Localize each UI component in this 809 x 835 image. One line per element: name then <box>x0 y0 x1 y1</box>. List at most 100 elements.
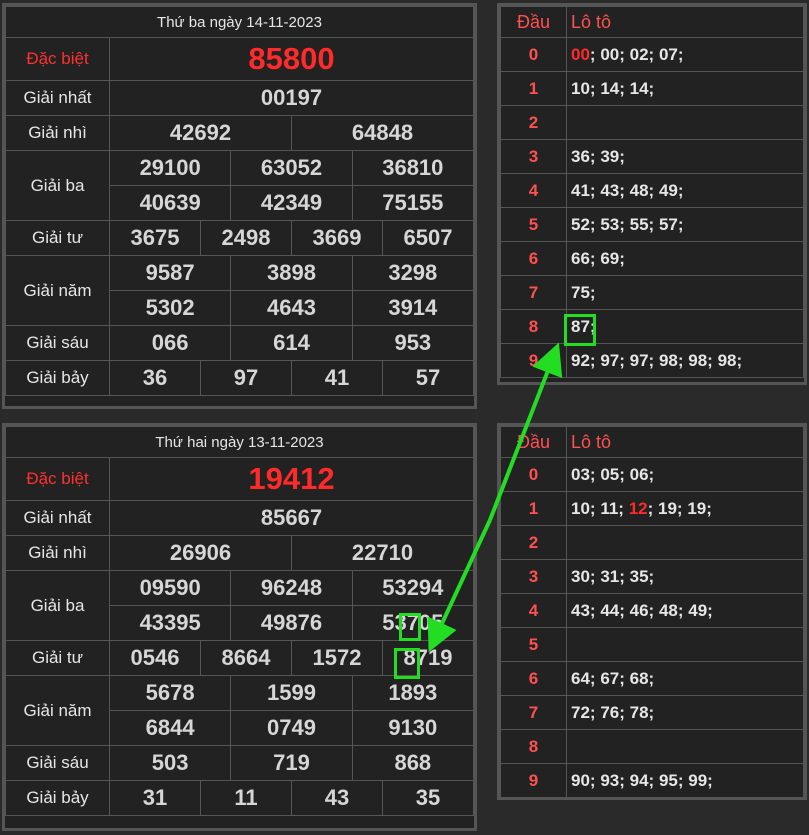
third-prize-number: 40639 <box>108 185 232 221</box>
loto-row: 3 36; 39; <box>500 139 804 174</box>
loto-separator: ; <box>589 180 601 200</box>
special-prize-number: 19412 <box>109 457 474 501</box>
loto-number: 98 <box>688 350 708 370</box>
third-prize-number: 43395 <box>108 605 232 641</box>
loto-separator: ; <box>648 464 655 484</box>
loto-row: 2 <box>500 105 804 140</box>
fourth-prize-number: 3669 <box>290 220 383 256</box>
sixth-prize-number: 953 <box>351 325 475 361</box>
loto-separator: ; <box>619 464 630 484</box>
highlight-box-8719-digit <box>394 648 420 679</box>
first-prize-number: 00197 <box>109 80 474 116</box>
loto-separator: ; <box>589 464 601 484</box>
prize-label-fourth: Giải tư <box>5 220 110 256</box>
loto-header-loto: Lô tô <box>566 426 804 458</box>
seventh-prize-number: 35 <box>381 780 475 816</box>
loto-separator: ; <box>619 702 630 722</box>
third-prize-number: 53294 <box>351 570 475 606</box>
loto-separator: ; <box>648 600 659 620</box>
loto-number: 90 <box>571 770 590 790</box>
loto-number: 12 <box>628 498 648 518</box>
loto-separator: ; <box>589 146 601 166</box>
loto-number: 93 <box>600 770 620 790</box>
fifth-prize-number: 6844 <box>108 710 232 746</box>
prize-label-fourth: Giải tư <box>5 640 110 676</box>
prize-label-sixth: Giải sáu <box>5 745 110 781</box>
loto-separator: ; <box>647 498 658 518</box>
prize-label-second: Giải nhì <box>5 535 110 571</box>
loto-separator: ; <box>589 566 601 586</box>
loto-separator: ; <box>589 282 596 302</box>
loto-separator: ; <box>648 350 659 370</box>
loto-values: 64; 67; 68; <box>566 661 804 696</box>
loto-header-dau: Đầu <box>500 426 567 458</box>
loto-number: 00 <box>571 44 590 64</box>
loto-separator: ; <box>589 770 601 790</box>
loto-row: 3 30; 31; 35; <box>500 559 804 594</box>
loto-dau: 5 <box>500 207 567 242</box>
loto-values: 10; 11; 12; 19; 19; <box>566 491 804 526</box>
fifth-prize-number: 9130 <box>351 710 475 746</box>
loto-separator: ; <box>677 44 684 64</box>
loto-number: 98 <box>658 350 678 370</box>
loto-dau: 0 <box>500 457 567 492</box>
prize-label-first: Giải nhất <box>5 80 110 116</box>
loto-number: 75 <box>571 282 590 302</box>
loto-separator: ; <box>677 214 684 234</box>
loto-values: 30; 31; 35; <box>566 559 804 594</box>
loto-dau: 2 <box>500 105 567 140</box>
loto-number: 39 <box>600 146 620 166</box>
loto-row: 4 43; 44; 46; 48; 49; <box>500 593 804 628</box>
fifth-prize-number: 3898 <box>230 255 353 291</box>
fifth-prize-number: 4643 <box>230 290 353 326</box>
loto-values <box>566 525 804 560</box>
third-prize-number: 75155 <box>351 185 475 221</box>
seventh-prize-number: 31 <box>109 780 201 816</box>
loto-number: 92 <box>571 350 590 370</box>
loto-header-loto: Lô tô <box>566 6 804 38</box>
special-prize-number: 85800 <box>109 37 474 81</box>
loto-values: 92; 97; 97; 98; 98; 98; <box>566 343 804 378</box>
sixth-prize-number: 719 <box>230 745 353 781</box>
loto-number: 97 <box>629 350 649 370</box>
prize-label-third: Giải ba <box>5 570 110 641</box>
fourth-prize-number: 8664 <box>199 640 292 676</box>
loto-separator: ; <box>619 248 625 268</box>
loto-values: 66; 69; <box>566 241 804 276</box>
loto-separator: ; <box>619 566 630 586</box>
loto-separator: ; <box>648 44 659 64</box>
fifth-prize-number: 5678 <box>108 675 232 711</box>
loto-values: 03; 05; 06; <box>566 457 804 492</box>
loto-number: 43 <box>600 180 620 200</box>
loto-dau: 6 <box>500 661 567 696</box>
loto-dau: 1 <box>500 71 567 106</box>
sixth-prize-number: 868 <box>351 745 475 781</box>
loto-number: 44 <box>600 600 620 620</box>
highlight-box-loto-87 <box>564 314 596 346</box>
fourth-prize-number: 1572 <box>290 640 383 676</box>
loto-row: 9 90; 93; 94; 95; 99; <box>500 763 804 798</box>
loto-number: 94 <box>629 770 649 790</box>
loto-number: 99 <box>688 770 708 790</box>
loto-number: 76 <box>600 702 620 722</box>
loto-number: 00 <box>600 44 620 64</box>
loto-separator: ; <box>648 214 659 234</box>
result-table-14-11-2023: Thứ ba ngày 14-11-2023 Đặc biệt 85800 Gi… <box>2 3 477 409</box>
loto-separator: ; <box>677 770 689 790</box>
loto-number: 98 <box>717 350 737 370</box>
result-date: Thứ hai ngày 13-11-2023 <box>5 426 474 458</box>
loto-number: 41 <box>571 180 590 200</box>
loto-separator: ; <box>619 600 630 620</box>
prize-label-sixth: Giải sáu <box>5 325 110 361</box>
loto-separator: ; <box>589 248 601 268</box>
loto-row: 8 87; <box>500 309 804 344</box>
loto-number: 05 <box>600 464 620 484</box>
fourth-prize-number: 2498 <box>199 220 292 256</box>
loto-number: 46 <box>629 600 649 620</box>
loto-values: 10; 14; 14; <box>566 71 804 106</box>
loto-number: 69 <box>600 248 620 268</box>
prize-label-fifth: Giải năm <box>5 675 110 746</box>
loto-number: 14 <box>629 78 649 98</box>
result-date: Thứ ba ngày 14-11-2023 <box>5 6 474 38</box>
third-prize-number: 42349 <box>230 185 353 221</box>
